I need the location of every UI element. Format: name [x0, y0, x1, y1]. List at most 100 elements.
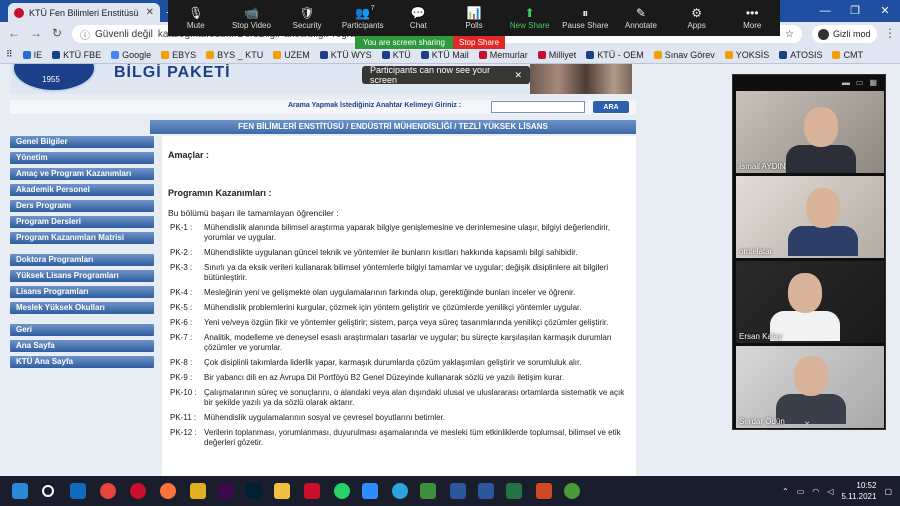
bookmark-item[interactable]: EBYS — [161, 50, 196, 60]
security-button[interactable]: 🛡 Security — [279, 0, 335, 36]
gallery-view-icon[interactable]: ▦ — [869, 78, 877, 87]
more-button[interactable]: ••• More — [724, 0, 780, 36]
forward-icon[interactable]: → — [30, 26, 42, 40]
mute-button[interactable]: 🎙 Mute — [168, 0, 224, 36]
stop-share-button[interactable]: Stop Share — [452, 36, 506, 49]
participant-body — [786, 145, 856, 173]
participant-video[interactable]: İsmail AYDIN — [736, 91, 884, 173]
bookmark-item[interactable]: KTÜ FBE — [52, 50, 101, 60]
acrobat-icon[interactable] — [304, 483, 320, 499]
bookmark-item[interactable]: KTÜ Mail — [420, 50, 469, 60]
nav-group: Doktora Programları Yüksek Lisans Program… — [10, 254, 154, 314]
clock[interactable]: 10:52 5.11.2021 — [841, 480, 876, 502]
close-tab-icon[interactable]: ✕ — [146, 7, 154, 18]
notifications-icon[interactable]: ▢ — [884, 487, 892, 496]
nav-link[interactable]: Lisans Programları — [10, 286, 154, 298]
zoom-button-label: Mute — [186, 20, 205, 30]
opera-icon[interactable] — [130, 483, 146, 499]
battery-icon[interactable]: ▭ — [797, 487, 805, 496]
outcome-text: Mühendislik problemlerini kurgular, çözm… — [204, 303, 582, 312]
whatsapp-icon[interactable] — [334, 483, 350, 499]
chevron-down-icon[interactable]: ⌄ — [803, 416, 811, 427]
participants-button[interactable]: 👥 7 Participants — [335, 0, 391, 36]
back-icon[interactable]: ← — [8, 26, 20, 40]
bookmark-item[interactable]: KTÜ - OEM — [586, 50, 644, 60]
nav-link[interactable]: Yüksek Lisans Programları — [10, 270, 154, 282]
speaker-view-icon[interactable]: ▭ — [856, 78, 864, 87]
bookmark-item[interactable]: UZEM — [273, 50, 310, 60]
bookmark-item[interactable]: Milliyet — [537, 50, 576, 60]
word2-icon[interactable] — [478, 483, 494, 499]
nav-link[interactable]: Amaç ve Program Kazanımları — [10, 168, 154, 180]
polls-button[interactable]: 📊 Polls — [446, 0, 502, 36]
bookmark-item[interactable]: ATOSIS — [779, 50, 822, 60]
nav-link[interactable]: KTÜ Ana Sayfa — [10, 356, 154, 368]
nav-link[interactable]: Yönetim — [10, 152, 154, 164]
stop-video-button[interactable]: 📹 Stop Video — [224, 0, 280, 36]
search-icon[interactable] — [42, 485, 54, 497]
app-icon[interactable] — [190, 483, 206, 499]
nav-link[interactable]: Doktora Programları — [10, 254, 154, 266]
profile-label: Gizli mod — [833, 29, 871, 39]
nav-link[interactable]: Program Dersleri — [10, 216, 154, 228]
bookmark-item[interactable]: Google — [111, 50, 151, 60]
bookmark-item[interactable]: KTÜ WYS — [319, 50, 372, 60]
bookmark-item[interactable]: Memurlar — [478, 50, 528, 60]
new-share-button[interactable]: ⬆ New Share — [502, 0, 558, 36]
bookmark-label: KTÜ FBE — [63, 49, 102, 60]
powerpoint-icon[interactable] — [536, 483, 552, 499]
star-icon[interactable]: ☆ — [785, 29, 794, 40]
windows-taskbar: ⌃ ▭ ◠ ◁ 10:52 5.11.2021 ▢ — [0, 476, 900, 506]
participant-video[interactable]: omtelatar — [736, 176, 884, 258]
info-icon[interactable]: ⓘ — [80, 27, 90, 42]
nav-link[interactable]: Geri — [10, 324, 154, 336]
telegram-icon[interactable] — [392, 483, 408, 499]
bookmark-item[interactable]: YOKSİS — [724, 50, 769, 60]
firefox-icon[interactable] — [160, 483, 176, 499]
start-icon[interactable] — [12, 483, 28, 499]
search-button[interactable]: ARA — [593, 101, 629, 113]
zoom-icon[interactable] — [362, 483, 378, 499]
file-explorer-icon[interactable] — [274, 483, 290, 499]
close-window-icon[interactable]: ✕ — [870, 0, 900, 22]
apps-button[interactable]: ⚙ Apps — [669, 0, 725, 36]
apps-grid-icon[interactable]: ⠿ — [6, 49, 13, 60]
window-controls: — ❐ ✕ — [810, 0, 900, 22]
menu-icon[interactable]: ⋮ — [884, 26, 896, 40]
close-toast-icon[interactable]: ✕ — [514, 70, 522, 81]
bookmark-item[interactable]: KTÜ — [381, 50, 411, 60]
app2-icon[interactable] — [420, 483, 436, 499]
incognito-profile-button[interactable]: Gizli mod — [812, 25, 877, 43]
bookmark-item[interactable]: IE — [22, 50, 42, 60]
app3-icon[interactable] — [564, 483, 580, 499]
chrome-icon[interactable] — [100, 483, 116, 499]
pause-share-button[interactable]: ⏸ Pause Share — [557, 0, 613, 36]
excel-icon[interactable] — [506, 483, 522, 499]
nav-link[interactable]: Genel Bilgiler — [10, 136, 154, 148]
nav-link[interactable]: Akademik Personel — [10, 184, 154, 196]
dreamweaver-icon[interactable] — [218, 483, 234, 499]
browser-tab[interactable]: KTÜ Fen Bilimleri Enstitüsü ✕ — [8, 3, 160, 22]
minimize-icon[interactable]: — — [810, 0, 840, 22]
photoshop-icon[interactable] — [246, 483, 262, 499]
nav-link[interactable]: Ders Programı — [10, 200, 154, 212]
word-icon[interactable] — [450, 483, 466, 499]
nav-link[interactable]: Program Kazanımları Matrisi — [10, 232, 154, 244]
participant-video[interactable]: Ersan Kalay — [736, 261, 884, 343]
bookmark-item[interactable]: Sınav Görev — [653, 50, 715, 60]
maximize-icon[interactable]: ❐ — [840, 0, 870, 22]
zoom-button-label: Chat — [409, 20, 427, 30]
annotate-button[interactable]: ✎ Annotate — [613, 0, 669, 36]
bookmark-item[interactable]: CMT — [832, 50, 863, 60]
volume-icon[interactable]: ◁ — [827, 487, 833, 496]
chevron-up-icon[interactable]: ⌃ — [782, 487, 789, 496]
bookmark-item[interactable]: BYS _ KTU — [206, 50, 263, 60]
mail-app-icon[interactable] — [70, 483, 86, 499]
reload-icon[interactable]: ↻ — [52, 26, 62, 40]
nav-link[interactable]: Ana Sayfa — [10, 340, 154, 352]
minimize-gallery-icon[interactable]: ▬ — [842, 78, 850, 87]
wifi-icon[interactable]: ◠ — [812, 487, 819, 496]
chat-button[interactable]: 💬 Chat — [391, 0, 447, 36]
nav-link[interactable]: Meslek Yüksek Okulları — [10, 302, 154, 314]
search-input[interactable] — [491, 101, 585, 113]
